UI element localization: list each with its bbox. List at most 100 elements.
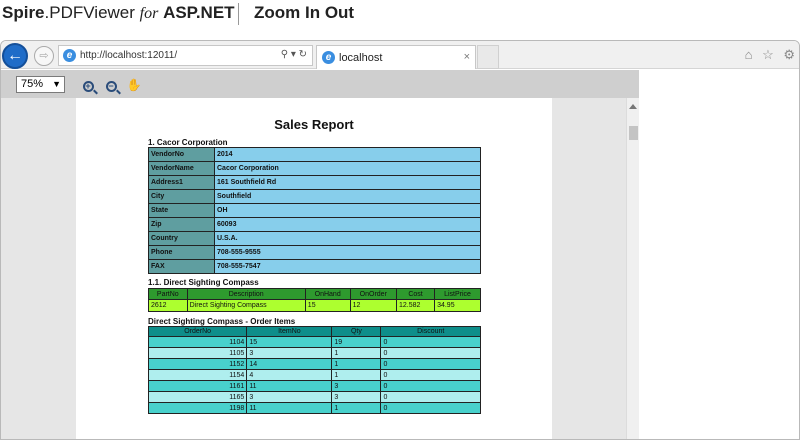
parts-column-header: OnHand bbox=[304, 288, 351, 300]
orders-cell: 1165 bbox=[147, 391, 248, 403]
vendor-field-label: City bbox=[148, 189, 215, 204]
vendor-row: Zip 60093 bbox=[148, 217, 481, 232]
parts-column-header: OnOrder bbox=[349, 288, 398, 300]
vendor-row: FAX 708-555-7547 bbox=[148, 259, 481, 274]
orders-cell: 0 bbox=[380, 402, 481, 414]
orders-cell: 1 bbox=[331, 347, 382, 359]
zoom-value: 75% bbox=[21, 78, 44, 90]
vendor-row: Country U.S.A. bbox=[148, 231, 481, 246]
orders-column-header: Qty bbox=[331, 326, 382, 337]
orders-table: OrderNo ItemNo Qty Discount 1104 15 19 0 1105 3 1… bbox=[147, 326, 481, 414]
vendor-row: Address1 161 Southfield Rd bbox=[148, 175, 481, 190]
orders-cell: 1104 bbox=[147, 336, 248, 348]
orders-row: 1152 14 1 0 bbox=[147, 358, 481, 370]
parts-column-header: Cost bbox=[396, 288, 436, 300]
orders-cell: 0 bbox=[380, 347, 481, 359]
vendor-field-value: 708-555-9555 bbox=[214, 245, 481, 260]
address-controls[interactable]: ⚲ ▾ ↻ bbox=[281, 49, 307, 60]
back-button[interactable]: ← bbox=[2, 43, 28, 69]
vendor-row: VendorName Cacor Corporation bbox=[148, 161, 481, 176]
orders-cell: 3 bbox=[246, 391, 333, 403]
ie-tab-icon: e bbox=[322, 51, 335, 64]
vendor-field-value: 161 Southfield Rd bbox=[214, 175, 481, 190]
parts-column-header: ListPrice bbox=[434, 288, 481, 300]
address-bar[interactable]: e http://localhost:12011/ ⚲ ▾ ↻ bbox=[58, 45, 313, 66]
vendor-field-value: Southfield bbox=[214, 189, 481, 204]
orders-column-header: OrderNo bbox=[147, 326, 248, 337]
browser-toolbar: ← ⇨ e http://localhost:12011/ ⚲ ▾ ↻ e lo… bbox=[1, 41, 799, 69]
forward-button[interactable]: ⇨ bbox=[34, 46, 54, 66]
orders-cell: 1 bbox=[331, 402, 382, 414]
zoom-out-icon[interactable]: − bbox=[103, 77, 119, 93]
tab-close-icon[interactable]: × bbox=[464, 51, 470, 63]
vendor-field-label: Country bbox=[148, 231, 215, 246]
tab-localhost[interactable]: e localhost × bbox=[316, 45, 476, 69]
document-viewport[interactable]: Sales Report 1. Cacor Corporation Vendor… bbox=[1, 98, 626, 439]
vendor-field-label: FAX bbox=[148, 259, 215, 274]
vendor-field-label: State bbox=[148, 203, 215, 218]
orders-heading: Direct Sighting Compass - Order Items bbox=[148, 317, 296, 326]
vendor-heading: 1. Cacor Corporation bbox=[148, 138, 228, 147]
part-heading: 1.1. Direct Sighting Compass bbox=[148, 278, 259, 287]
vertical-scrollbar[interactable] bbox=[626, 98, 639, 439]
orders-cell: 0 bbox=[380, 391, 481, 403]
new-tab-button[interactable] bbox=[477, 45, 499, 69]
orders-cell: 1105 bbox=[147, 347, 248, 359]
vendor-field-value: 708-555-7547 bbox=[214, 259, 481, 274]
vendor-field-value: OH bbox=[214, 203, 481, 218]
orders-cell: 1 bbox=[331, 369, 382, 381]
vendor-field-label: VendorNo bbox=[148, 147, 215, 162]
zoom-select[interactable]: 75% ▼ bbox=[16, 76, 65, 93]
parts-cell: 34.95 bbox=[434, 299, 481, 312]
vendor-table: VendorNo 2014 VendorName Cacor Corporation A… bbox=[148, 147, 481, 274]
pdf-page: Sales Report 1. Cacor Corporation Vendor… bbox=[76, 98, 552, 439]
orders-cell: 0 bbox=[380, 380, 481, 392]
orders-row: 1198 11 1 0 bbox=[147, 402, 481, 414]
orders-cell: 15 bbox=[246, 336, 333, 348]
orders-cell: 1154 bbox=[147, 369, 248, 381]
scroll-thumb[interactable] bbox=[629, 126, 638, 140]
address-url[interactable]: http://localhost:12011/ bbox=[80, 50, 177, 61]
hand-pan-icon[interactable]: ✋ bbox=[126, 77, 142, 93]
orders-cell: 0 bbox=[380, 358, 481, 370]
vendor-row: City Southfield bbox=[148, 189, 481, 204]
vendor-field-value: U.S.A. bbox=[214, 231, 481, 246]
orders-cell: 0 bbox=[380, 336, 481, 348]
brand-logo: Spire.PDFViewer for ASP.NET bbox=[2, 3, 235, 22]
parts-cell: 12 bbox=[349, 299, 398, 312]
orders-column-header: Discount bbox=[380, 326, 481, 337]
orders-cell: 11 bbox=[246, 380, 333, 392]
orders-cell: 19 bbox=[331, 336, 382, 348]
parts-cell: Direct Sighting Compass bbox=[186, 299, 306, 312]
orders-cell: 1 bbox=[331, 358, 382, 370]
orders-row: 1161 11 3 0 bbox=[147, 380, 481, 392]
vendor-row: Phone 708-555-9555 bbox=[148, 245, 481, 260]
vendor-row: State OH bbox=[148, 203, 481, 218]
orders-cell: 1198 bbox=[147, 402, 248, 414]
vendor-field-value: Cacor Corporation bbox=[214, 161, 481, 176]
settings-gear-icon[interactable]: ⚙ bbox=[783, 47, 795, 62]
vendor-field-label: Phone bbox=[148, 245, 215, 260]
parts-column-header: PartNo bbox=[148, 288, 188, 300]
vendor-field-value: 2014 bbox=[214, 147, 481, 162]
orders-row: 1105 3 1 0 bbox=[147, 347, 481, 359]
chevron-down-icon: ▼ bbox=[52, 79, 61, 89]
orders-column-header: ItemNo bbox=[246, 326, 333, 337]
orders-row: 1165 3 3 0 bbox=[147, 391, 481, 403]
home-icon[interactable]: ⌂ bbox=[745, 47, 753, 62]
scroll-up-arrow-icon[interactable] bbox=[629, 104, 637, 109]
parts-table: PartNo Description OnHand OnOrder Cost ListPr… bbox=[148, 288, 481, 312]
parts-cell: 12.582 bbox=[396, 299, 436, 312]
favorites-star-icon[interactable]: ☆ bbox=[762, 47, 774, 62]
parts-row: 2612 Direct Sighting Compass 15 12 12.582 34.… bbox=[148, 299, 481, 312]
vendor-row: VendorNo 2014 bbox=[148, 147, 481, 162]
vendor-field-label: Zip bbox=[148, 217, 215, 232]
parts-cell: 2612 bbox=[148, 299, 188, 312]
browser-window: ← ⇨ e http://localhost:12011/ ⚲ ▾ ↻ e lo… bbox=[0, 40, 800, 440]
orders-cell: 3 bbox=[331, 391, 382, 403]
orders-cell: 3 bbox=[331, 380, 382, 392]
orders-row: 1154 4 1 0 bbox=[147, 369, 481, 381]
orders-cell: 0 bbox=[380, 369, 481, 381]
orders-cell: 14 bbox=[246, 358, 333, 370]
zoom-in-icon[interactable]: + bbox=[80, 77, 96, 93]
